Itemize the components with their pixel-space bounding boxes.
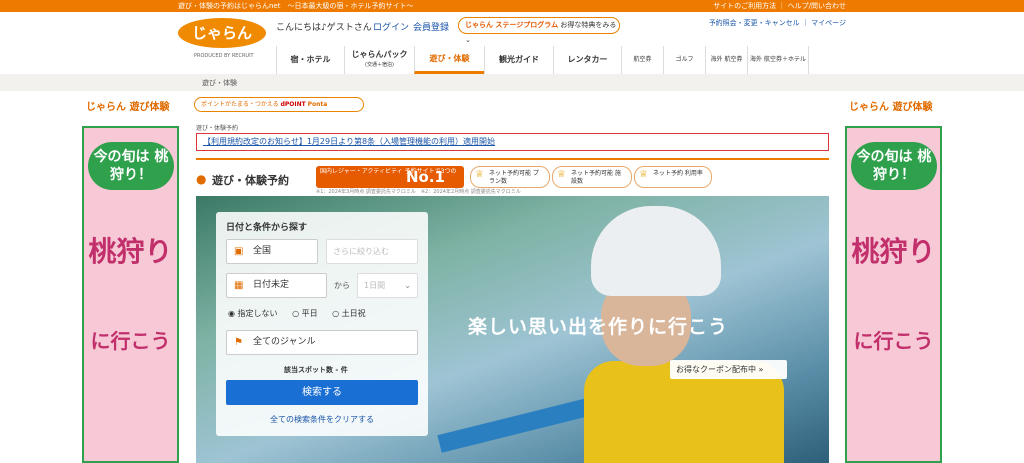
date-select[interactable]: ▦ 日付未定	[226, 273, 327, 298]
crown-icon: ♕	[557, 169, 566, 180]
award-facilities: ♕ ネット予約可能 施設数	[552, 166, 632, 188]
nav-label: 海外 航空券＋ホテル	[750, 56, 806, 63]
pin-icon: ●	[196, 172, 207, 186]
peach-banner[interactable]: 今の旬は 桃狩り！ 桃狩り に行こう	[845, 126, 942, 463]
nav-item-guide[interactable]: 観光ガイド	[484, 46, 553, 74]
header-links[interactable]: 予約照会・変更・キャンセル ｜ マイページ	[709, 18, 846, 28]
jalan-logo[interactable]: じゃらん	[178, 18, 266, 48]
search-panel: 日付と条件から探す ▣ 全国 さらに絞り込む ▦ 日付未定 から 1日間 ⌄ ◉…	[216, 212, 428, 436]
page-title: 遊び・体験予約	[212, 174, 289, 187]
award-label: ネット予約 利用率	[653, 170, 703, 177]
helmet-shape	[591, 206, 721, 296]
flag-icon: ⚑	[234, 337, 243, 348]
crown-icon: ♕	[475, 169, 484, 180]
points-banner[interactable]: ポイントがたまる・つかえる dPOINT Ponta	[194, 97, 364, 112]
calendar-icon: ▦	[234, 280, 244, 291]
stage-program-button[interactable]: じゃらん ステージプログラム お得な特典をみる ⌄	[458, 17, 620, 44]
no1-badge: 国内レジャー・アクティビティ 予約サイトで3つの No.1	[316, 166, 464, 188]
produced-by: PRODUCED BY RECRUIT	[194, 53, 254, 59]
breadcrumb-bar: 遊び・体験	[0, 74, 1024, 91]
nav-label: ゴルフ	[675, 56, 694, 63]
main-nav: 宿・ホテル じゃらんパック (交通＋宿泊) 遊び・体験 観光ガイド レンタカー 航…	[276, 46, 809, 74]
nav-label: 航空券	[633, 56, 652, 63]
radio-weekend[interactable]: ○ 土日祝	[332, 309, 372, 318]
nav-label: レンタカー	[567, 55, 608, 64]
greeting-text: こんにちは♪ゲストさん	[276, 23, 372, 33]
stage-program-tag: じゃらん ステージプログラム	[465, 21, 559, 29]
award-label: ネット予約可能 プラン数	[489, 170, 539, 185]
nav-label: 遊び・体験	[429, 53, 470, 63]
nav-item-pack[interactable]: じゃらんパック (交通＋宿泊)	[344, 46, 414, 74]
award-label: ネット予約可能 施設数	[571, 170, 621, 185]
radio-unspecified[interactable]: ◉ 指定しない	[228, 309, 284, 318]
radio-label: 土日祝	[341, 309, 366, 318]
date-value: 日付未定	[253, 280, 290, 290]
banner-headline: 今の旬は 桃狩り！	[851, 142, 937, 190]
search-title: 日付と条件から探す	[226, 223, 308, 233]
nav-item-golf[interactable]: ゴルフ	[663, 46, 705, 74]
side-brand: じゃらん 遊び体験	[849, 102, 933, 113]
help-links[interactable]: サイトのご利用方法 ｜ ヘルプ/問い合わせ	[713, 1, 846, 11]
footnote: ※1：2024年3月時点 調査委託先マクロミル ※2：2024年2月時点 調査委…	[316, 189, 521, 195]
search-button[interactable]: 検索する	[226, 380, 418, 405]
nav-item-hotel[interactable]: 宿・ホテル	[276, 46, 344, 74]
days-value: 1日間	[364, 281, 386, 290]
nav-label: 海外 航空券	[710, 56, 743, 63]
radio-label: 指定しない	[237, 309, 278, 318]
no1-big: No.1	[406, 168, 445, 186]
side-banner-left[interactable]: じゃらん 遊び体験 今の旬は 桃狩り！ 桃狩り に行こう	[82, 98, 179, 463]
area-refine-input[interactable]: さらに絞り込む	[326, 239, 418, 264]
clear-conditions-link[interactable]: 全ての検索条件をクリアする	[216, 414, 428, 425]
area-select[interactable]: ▣ 全国	[226, 239, 318, 264]
divider	[196, 158, 829, 160]
spot-count: 該当スポット数 - 件	[284, 366, 348, 374]
side-banner-right[interactable]: じゃらん 遊び体験 今の旬は 桃狩り！ 桃狩り に行こう	[845, 98, 942, 463]
nav-item-activity[interactable]: 遊び・体験	[414, 46, 484, 74]
nav-item-air[interactable]: 航空券	[621, 46, 663, 74]
peach-banner[interactable]: 今の旬は 桃狩り！ 桃狩り に行こう	[82, 126, 179, 463]
sub-breadcrumb: 遊び・体験予約	[196, 125, 239, 132]
side-brand: じゃらん 遊び体験	[86, 102, 170, 113]
award-usage: ♕ ネット予約 利用率	[634, 166, 712, 188]
breadcrumb: 遊び・体験	[202, 79, 237, 87]
day-type-radios: ◉ 指定しない ○ 平日 ○ 土日祝	[228, 308, 378, 319]
ponta-logo: Ponta	[307, 101, 328, 108]
nav-sublabel: (交通＋宿泊)	[365, 62, 394, 68]
from-label: から	[334, 281, 350, 290]
radio-label: 平日	[301, 309, 318, 318]
nav-label: じゃらんパック	[351, 50, 408, 59]
award-plans: ♕ ネット予約可能 プラン数	[470, 166, 550, 188]
nav-item-intl-air[interactable]: 海外 航空券	[705, 46, 747, 74]
site-tagline: 遊び・体験の予約はじゃらんnet 〜日本最大級の宿・ホテル予約サイト〜	[178, 2, 414, 10]
nav-label: 観光ガイド	[499, 55, 539, 64]
genre-value: 全てのジャンル	[253, 337, 316, 347]
map-icon: ▣	[234, 246, 244, 257]
register-link[interactable]: 会員登録	[413, 20, 449, 33]
dpoint-logo: dPOINT	[280, 101, 306, 108]
banner-mid-text: に行こう	[853, 329, 934, 353]
crown-icon: ♕	[639, 169, 648, 180]
top-bar: 遊び・体験の予約はじゃらんnet 〜日本最大級の宿・ホテル予約サイト〜 サイトの…	[0, 0, 1024, 12]
chevron-down-icon: ⌄	[404, 281, 411, 290]
terms-notice-link[interactable]: 【利用規約改定のお知らせ】1月29日より第8条（入場管理機能の利用）適用開始	[196, 133, 829, 151]
coupon-button[interactable]: お得なクーポン配布中 »	[670, 360, 787, 379]
points-text: ポイントがたまる・つかえる	[201, 101, 279, 108]
banner-big-text: 桃狩り	[88, 235, 173, 268]
genre-select[interactable]: ⚑ 全てのジャンル	[226, 330, 418, 355]
days-select[interactable]: 1日間 ⌄	[357, 273, 418, 298]
banner-headline: 今の旬は 桃狩り！	[88, 142, 174, 190]
login-link[interactable]: ログイン	[373, 20, 409, 33]
nav-label: 宿・ホテル	[290, 55, 331, 64]
banner-big-text: 桃狩り	[851, 235, 936, 268]
hero-catchphrase: 楽しい思い出を作りに行こう	[468, 316, 729, 338]
radio-weekday[interactable]: ○ 平日	[292, 309, 324, 318]
banner-mid-text: に行こう	[90, 329, 171, 353]
nav-item-rentacar[interactable]: レンタカー	[553, 46, 621, 74]
area-value: 全国	[253, 246, 272, 256]
nav-item-intl-air-hotel[interactable]: 海外 航空券＋ホテル	[747, 46, 809, 74]
